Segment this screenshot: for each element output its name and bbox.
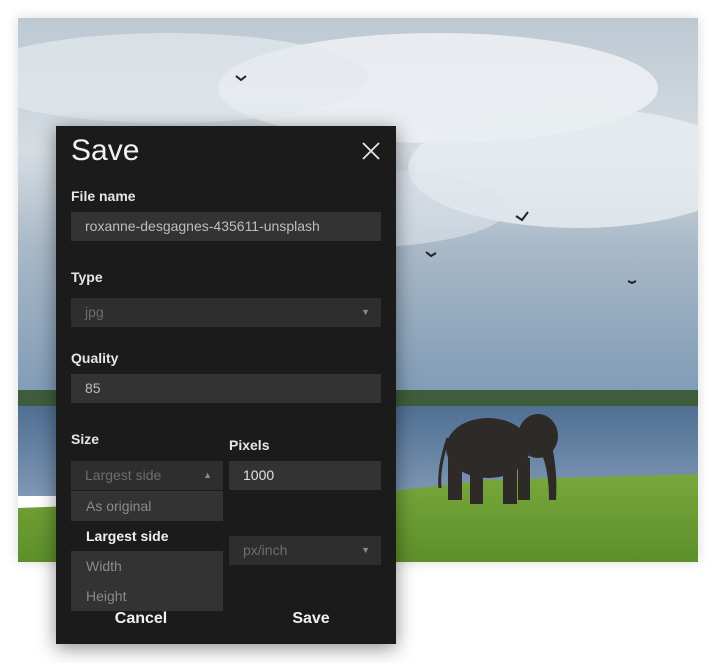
- pixels-label: Pixels: [229, 437, 270, 453]
- save-button[interactable]: Save: [241, 610, 381, 628]
- quality-input[interactable]: 85: [71, 374, 381, 403]
- resolution-unit-value: px/inch: [243, 542, 288, 558]
- chevron-down-icon: ▼: [361, 307, 370, 317]
- size-option-largest-side[interactable]: Largest side: [71, 521, 223, 551]
- size-select-value: Largest side: [85, 467, 162, 483]
- type-label: Type: [71, 269, 103, 285]
- type-select[interactable]: jpg ▼: [71, 298, 381, 327]
- size-option-as-original[interactable]: As original: [71, 491, 223, 521]
- size-label: Size: [71, 431, 100, 447]
- size-select[interactable]: Largest side ▲: [71, 461, 223, 490]
- size-option-width[interactable]: Width: [71, 551, 223, 581]
- size-option-height[interactable]: Height: [71, 581, 223, 611]
- close-icon: [362, 142, 380, 160]
- type-select-value: jpg: [85, 304, 104, 320]
- size-dropdown-menu: As original Largest side Width Height: [71, 491, 223, 611]
- chevron-down-icon: ▼: [361, 545, 370, 555]
- resolution-unit-select[interactable]: px/inch ▼: [229, 536, 381, 565]
- pixels-input[interactable]: 1000: [229, 461, 381, 490]
- save-dialog: Save File name roxanne-desgagnes-435611-…: [56, 126, 396, 644]
- dialog-title: Save: [71, 134, 140, 167]
- file-name-label: File name: [71, 188, 136, 204]
- file-name-input[interactable]: roxanne-desgagnes-435611-unsplash: [71, 212, 381, 241]
- chevron-up-icon: ▲: [203, 470, 212, 480]
- cancel-button[interactable]: Cancel: [71, 610, 211, 628]
- close-button[interactable]: [360, 140, 382, 162]
- quality-label: Quality: [71, 350, 119, 366]
